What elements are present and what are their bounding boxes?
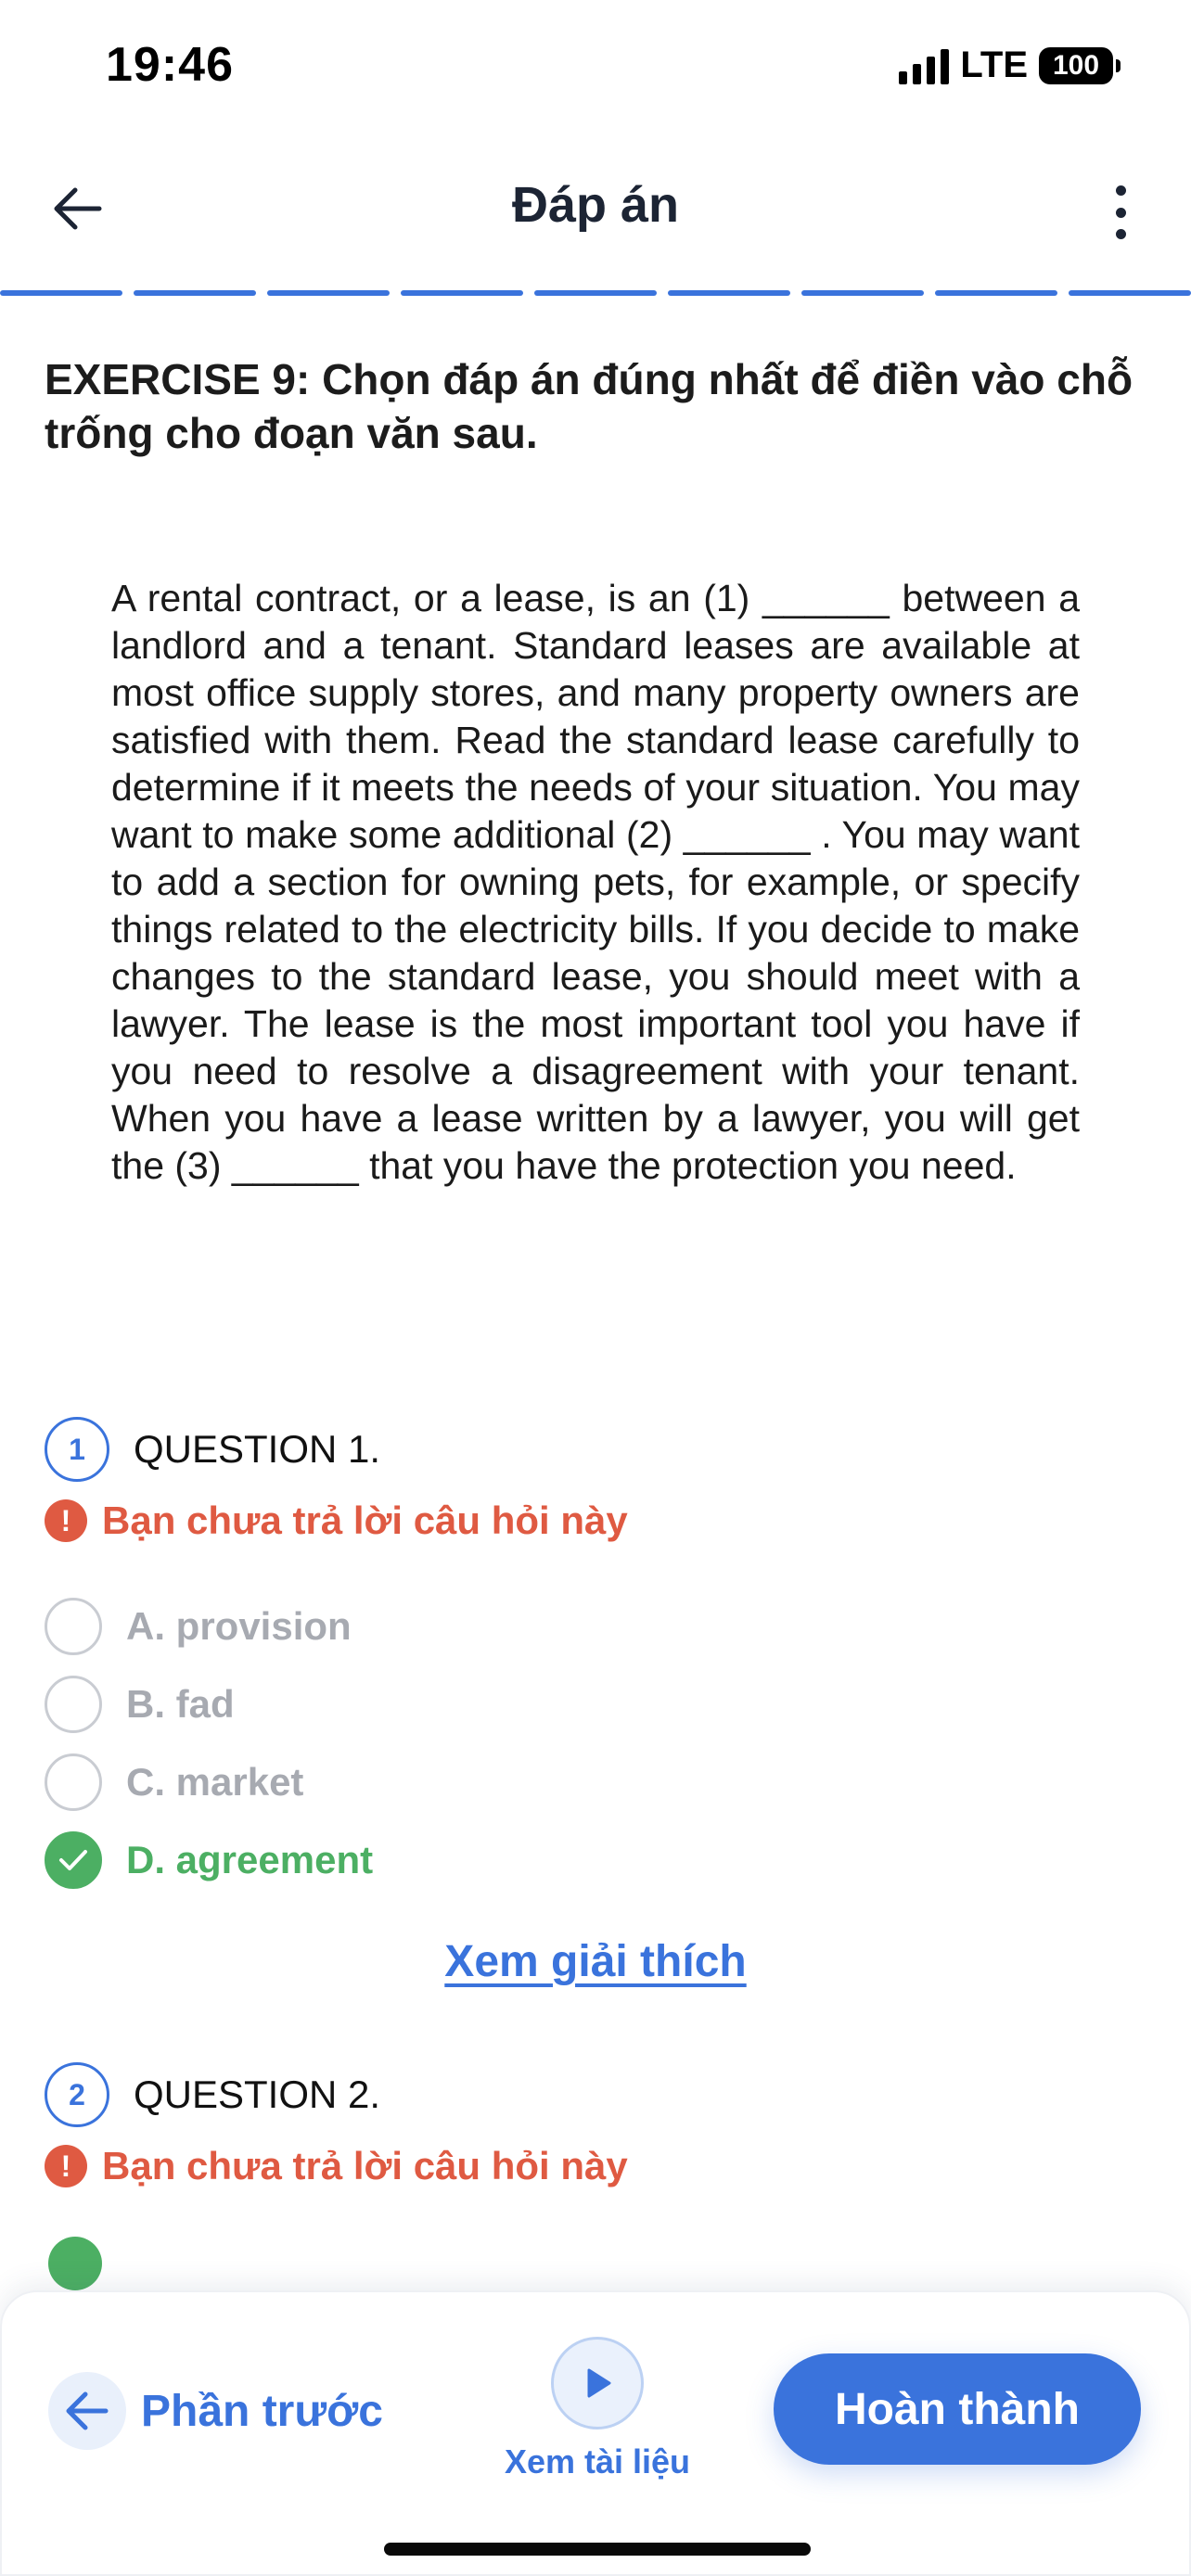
unanswered-warning: ! Bạn chưa trả lời câu hỏi này [45,2140,1148,2192]
section-progress [0,290,1191,296]
warning-text: Bạn chưa trả lời câu hỏi này [102,2144,628,2187]
question-2: 2 QUESTION 2. ! Bạn chưa trả lời câu hỏi… [45,2060,1148,2192]
progress-segment[interactable] [668,290,790,296]
progress-segment[interactable] [267,290,390,296]
question-number-badge: 1 [45,1417,109,1482]
option-c[interactable]: C. market [45,1743,1148,1821]
option-label: D. agreement [126,1838,374,1881]
unanswered-warning: ! Bạn chưa trả lời câu hỏi này [45,1495,1148,1547]
question-number-badge: 2 [45,2062,109,2127]
status-indicators: LTE 100 [899,45,1121,86]
answer-options: A. provision B. fad C. market D. agreeme… [45,1588,1148,1899]
play-icon [551,2337,644,2429]
option-label: C. market [126,1760,304,1804]
question-label: QUESTION 2. [134,2072,381,2116]
more-options-button[interactable] [1102,180,1139,245]
progress-segment[interactable] [935,290,1057,296]
radio-icon[interactable] [45,1598,102,1655]
question-label: QUESTION 1. [134,1427,381,1471]
view-documents-button[interactable]: Xem tài liệu [484,2337,711,2481]
bottom-action-bar: Phần trước Xem tài liệu Hoàn thành [0,2290,1191,2576]
previous-section-button[interactable]: Phần trước [48,2372,383,2450]
progress-segment[interactable] [801,290,924,296]
dot-icon [1115,207,1126,218]
page-title: Đáp án [511,177,680,233]
progress-segment[interactable] [401,290,523,296]
status-bar: 19:46 LTE 100 [0,0,1191,130]
check-icon[interactable] [48,2237,102,2290]
arrow-left-icon [48,2372,126,2450]
progress-segment[interactable] [134,290,256,296]
question-1: 1 QUESTION 1. ! Bạn chưa trả lời câu hỏi… [45,1415,1148,1899]
option-d[interactable]: D. agreement [45,1821,1148,1899]
battery-icon: 100 [1039,46,1121,84]
progress-segment[interactable] [0,290,122,296]
question-header: 2 QUESTION 2. [45,2060,1148,2129]
question-header: 1 QUESTION 1. [45,1415,1148,1484]
explanation-link-wrapper: Xem giải thích [0,1936,1191,1987]
exclamation-icon: ! [45,2145,87,2187]
option-label: B. fad [126,1682,235,1726]
option-label: A. provision [126,1604,352,1648]
progress-segment[interactable] [1069,290,1191,296]
option-b[interactable]: B. fad [45,1665,1148,1743]
dot-icon [1115,229,1126,239]
reading-passage: A rental contract, or a lease, is an (1)… [111,577,1080,1187]
home-indicator[interactable] [384,2543,811,2556]
finish-button[interactable]: Hoàn thành [774,2353,1141,2465]
status-time: 19:46 [106,38,234,92]
signal-icon [899,47,950,84]
view-documents-label: Xem tài liệu [504,2442,691,2480]
radio-icon[interactable] [45,1676,102,1733]
exercise-title: EXERCISE 9: Chọn đáp án đúng nhất để điề… [45,355,1133,457]
dot-icon [1115,185,1126,196]
radio-icon[interactable] [45,1753,102,1811]
exclamation-icon: ! [45,1499,87,1542]
previous-section-label: Phần trước [141,2386,383,2436]
check-icon[interactable] [45,1831,102,1889]
network-type: LTE [960,45,1028,85]
warning-text: Bạn chưa trả lời câu hỏi này [102,1498,628,1542]
option-a[interactable]: A. provision [45,1588,1148,1665]
app-header: Đáp án [0,139,1191,278]
view-explanation-link[interactable]: Xem giải thích [444,1937,746,1986]
progress-segment[interactable] [534,290,657,296]
